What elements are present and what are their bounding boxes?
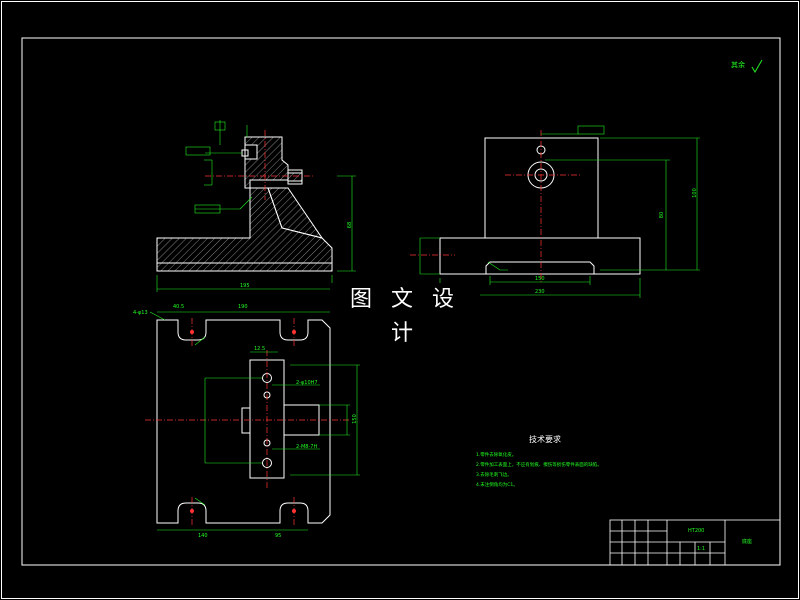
dim-side-base-width: 230: [535, 289, 545, 295]
top-view-dimensions: [149, 311, 360, 531]
side-view-dimensions: [419, 125, 700, 298]
requirement-item: 1.零件去除氧化皮。: [476, 453, 517, 458]
callout-c: 12.5: [254, 346, 266, 352]
requirement-item: 2.零件加工表面上，不应有划痕、擦伤等损伤零件表面的缺陷。: [476, 463, 602, 468]
side-view: [439, 137, 641, 275]
roughness-note: 其余: [731, 61, 745, 69]
roughness-check-icon: [751, 59, 763, 73]
title-block-part-name: 底座: [742, 539, 753, 545]
requirement-item: 4.未注倒角均为C1。: [476, 483, 518, 488]
title-block-material: HT200: [688, 528, 705, 534]
title-block-scale: 1:1: [697, 546, 706, 552]
dim-top-center: 190: [238, 304, 248, 310]
dim-side-height-inner: 80: [659, 211, 666, 219]
front-view: [156, 136, 333, 272]
technical-requirements-list: 1.零件去除氧化皮。 2.零件加工表面上，不应有划痕、擦伤等损伤零件表面的缺陷。…: [476, 451, 602, 491]
dim-top-height: 150: [351, 414, 358, 424]
dim-top-hole-label: 4-φ13: [133, 310, 148, 316]
dim-bottom-left: 140: [198, 533, 208, 539]
side-view-centerlines: [410, 130, 580, 282]
dim-front-height: 68: [347, 221, 354, 229]
dim-bottom-right: 95: [275, 533, 282, 539]
callout-b: 2-M8-7H: [296, 444, 318, 450]
watermark-text: 图 文 设 计: [330, 283, 480, 346]
dim-side-height-outer: 100: [691, 188, 698, 198]
callout-a: 2-φ10H7: [296, 380, 318, 386]
requirement-item: 3.去除毛刺飞边。: [476, 473, 512, 478]
dim-side-slot-width: 150: [535, 276, 545, 282]
top-view: [156, 319, 331, 524]
technical-requirements-title: 技术要求: [529, 435, 561, 444]
dim-front-width: 195: [240, 283, 250, 289]
top-view-hole-markers: [190, 330, 296, 513]
dim-top-left-slot: 40.5: [173, 304, 185, 310]
title-block: [609, 519, 781, 566]
